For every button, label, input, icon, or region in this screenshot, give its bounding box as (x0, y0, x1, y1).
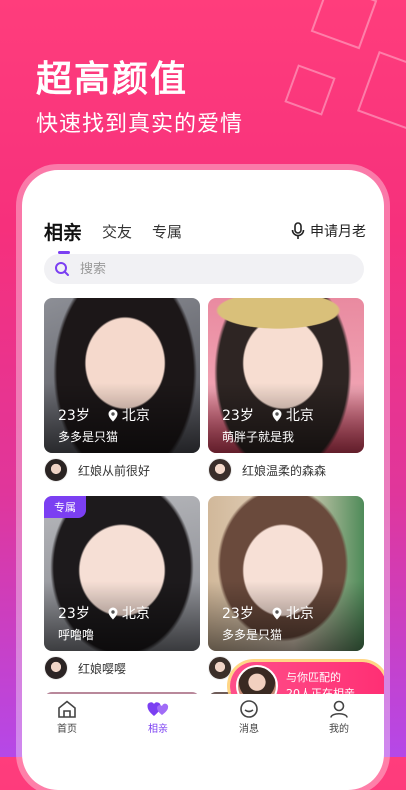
profile-bio: 多多是只猫 (58, 430, 119, 444)
chat-icon (240, 700, 258, 718)
profile-age: 23岁 (58, 408, 90, 424)
promo-headline: 超高颜值 (36, 59, 189, 100)
tab-friends[interactable]: 交友 (102, 221, 132, 242)
home-icon (58, 700, 76, 718)
profile-age: 23岁 (222, 606, 254, 622)
profile-age: 23岁 (222, 408, 254, 424)
decor-square (310, 0, 378, 50)
user-icon (330, 700, 348, 718)
profile-age: 23岁 (58, 606, 90, 622)
profile-city: 北京 (121, 606, 150, 622)
matchmaker-name: 红娘嘤嘤 (78, 661, 127, 676)
profile-city: 北京 (121, 408, 150, 424)
profile-meta: 23岁 北京 (58, 603, 150, 623)
apply-matchmaker-label: 申请月老 (310, 224, 366, 240)
matchmaker-avatar (208, 656, 232, 680)
decor-square (284, 64, 336, 116)
phone-screen: 相亲 交友 专属 申请月老 23岁 北京 多多是只猫 红娘从前 (22, 170, 384, 790)
matchmaker-avatar (44, 458, 68, 482)
matchmaker-row[interactable]: 红娘嘤嘤 (44, 656, 126, 680)
matchmaker-name: 红娘从前很好 (78, 463, 151, 478)
matchmaker-avatar (208, 458, 232, 482)
microphone-icon (291, 222, 305, 239)
profile-card[interactable]: 23岁 北京 多多是只猫 (208, 496, 364, 651)
hearts-icon (147, 702, 169, 716)
matching-line-1: 与你匹配的 (286, 671, 341, 684)
profile-meta: 23岁 北京 (222, 405, 314, 425)
matchmaker-avatar (44, 656, 68, 680)
matchmaker-row[interactable]: 红娘从前很好 (44, 458, 150, 482)
tab-exclusive[interactable]: 专属 (152, 221, 182, 242)
profile-card[interactable]: 专属 23岁 北京 呼噜噜 (44, 496, 200, 651)
nav-messages-label: 消息 (239, 724, 259, 735)
location-pin-icon (272, 409, 282, 421)
profile-bio: 萌胖子就是我 (222, 430, 295, 444)
location-pin-icon (272, 607, 282, 619)
decor-square (356, 50, 406, 134)
nav-messages[interactable]: 消息 (239, 700, 259, 735)
search-bar[interactable] (44, 254, 364, 284)
exclusive-badge: 专属 (44, 496, 86, 518)
tab-bar: 相亲 交友 专属 申请月老 (44, 216, 366, 254)
profile-card[interactable]: 23岁 北京 多多是只猫 (44, 298, 200, 453)
search-input[interactable] (78, 260, 332, 278)
nav-profile[interactable]: 我的 (329, 700, 349, 735)
apply-matchmaker-button[interactable]: 申请月老 (291, 221, 366, 241)
profile-card[interactable]: 23岁 北京 萌胖子就是我 (208, 298, 364, 453)
bottom-nav: 首页 相亲 消息 我的 (22, 694, 384, 740)
nav-profile-label: 我的 (329, 724, 349, 735)
location-pin-icon (108, 607, 118, 619)
profile-city: 北京 (285, 408, 314, 424)
profile-city: 北京 (285, 606, 314, 622)
profile-bio: 呼噜噜 (58, 628, 95, 642)
nav-home-label: 首页 (57, 724, 77, 735)
nav-home[interactable]: 首页 (57, 700, 77, 735)
nav-matchmaking[interactable]: 相亲 (147, 700, 169, 735)
matchmaker-row[interactable]: 红娘温柔的森森 (208, 458, 326, 482)
profile-bio: 多多是只猫 (222, 628, 283, 642)
promo-subline: 快速找到真实的爱情 (36, 112, 244, 137)
tab-matchmaking[interactable]: 相亲 (44, 218, 82, 254)
location-pin-icon (108, 409, 118, 421)
matchmaker-name: 红娘温柔的森森 (242, 463, 327, 478)
profile-meta: 23岁 北京 (222, 603, 314, 623)
nav-matchmaking-label: 相亲 (148, 724, 168, 735)
search-icon (55, 262, 69, 276)
profile-meta: 23岁 北京 (58, 405, 150, 425)
